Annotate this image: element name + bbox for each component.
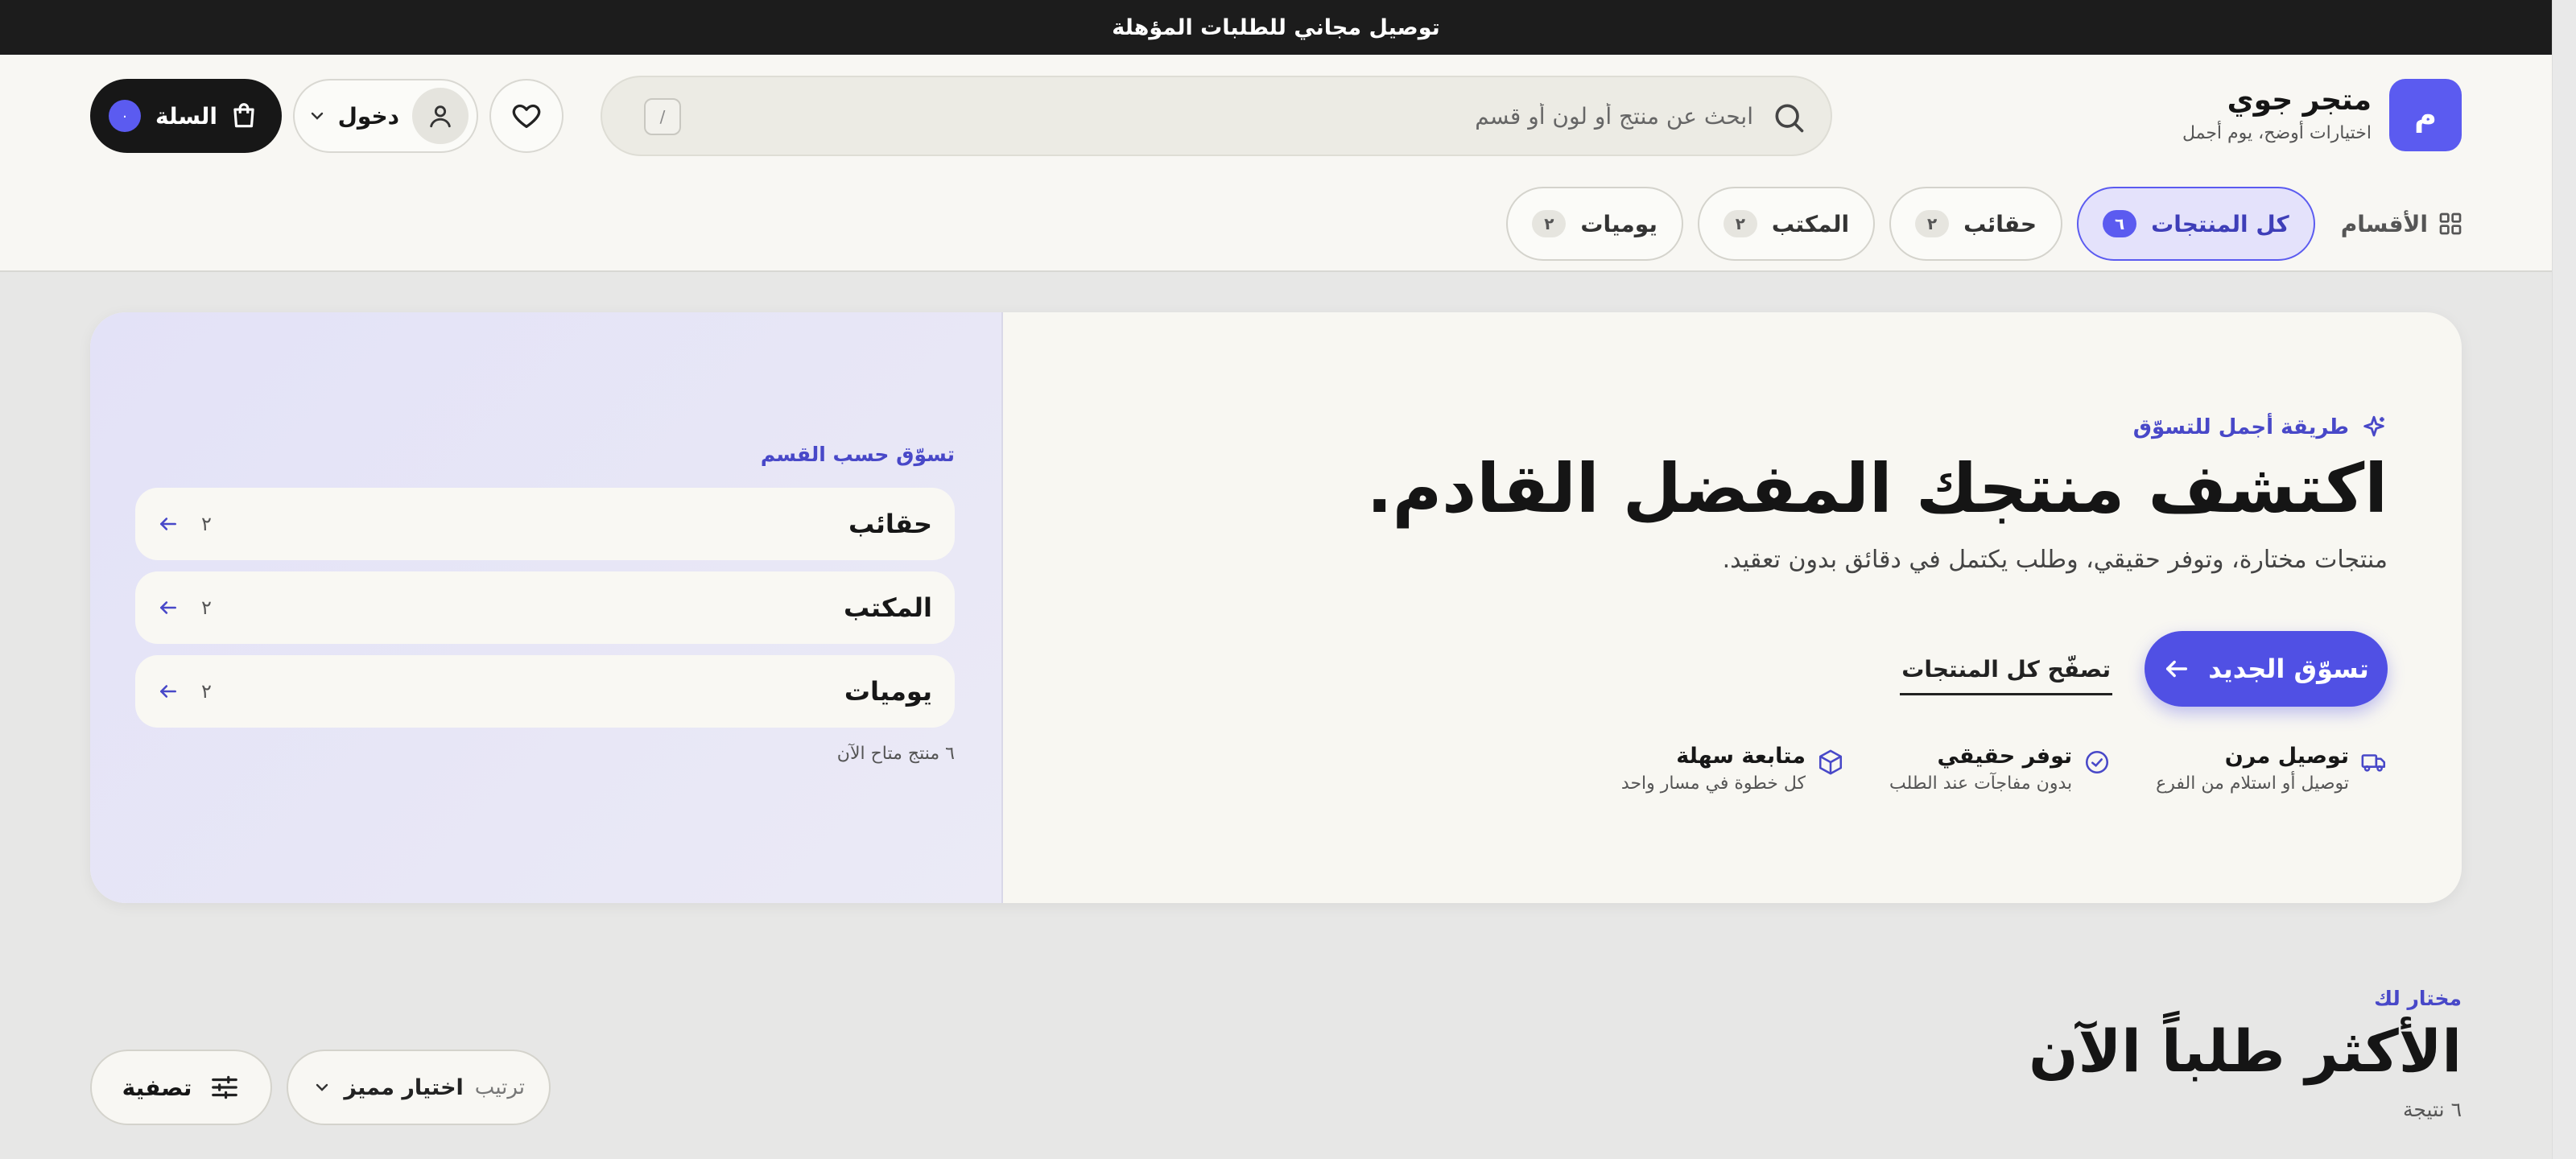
announcement-text: توصيل مجاني للطلبات المؤهلة (1112, 14, 1440, 40)
avatar (412, 88, 469, 144)
section-kicker: مختار لك (2374, 987, 2462, 1010)
chip-daily[interactable]: يوميات ٢ (1506, 187, 1683, 261)
chip-count: ٢ (1915, 210, 1950, 237)
chip-count: ٢ (1532, 210, 1567, 237)
arrow-left-icon (160, 518, 176, 530)
site-header: م متجر جوي اختيارات أوضح، يوم أجمل / دخو… (0, 55, 2552, 272)
arrow-left-icon (2166, 660, 2188, 678)
panel-title: تسوّق حسب القسم (760, 443, 955, 466)
category-name: المكتب (844, 592, 932, 623)
check-circle-icon (2086, 750, 2109, 774)
browse-all-link[interactable]: تصفّح كل المنتجات (1900, 645, 2112, 695)
arrow-left-icon (160, 685, 176, 698)
wishlist-button[interactable] (489, 79, 564, 153)
brand[interactable]: متجر جوي اختيارات أوضح، يوم أجمل (2182, 84, 2372, 143)
shop-by-category-panel: تسوّق حسب القسم حقائب ٢ المكتب ٢ يوميات … (90, 312, 1003, 903)
available-count-note: ٦ منتج متاح الآن (836, 744, 955, 764)
search-icon (1775, 104, 1804, 133)
section-title: الأكثر طلباً الآن (2029, 1017, 2462, 1085)
sort-dropdown[interactable]: ترتيب اختيار مميز (287, 1050, 551, 1125)
category-meta: ٢ (158, 680, 212, 703)
shop-new-button[interactable]: تسوّق الجديد (2145, 631, 2388, 707)
category-link-daily[interactable]: يوميات ٢ (135, 655, 955, 728)
chip-office[interactable]: المكتب ٢ (1697, 187, 1876, 261)
logo-badge[interactable]: م (2389, 79, 2462, 151)
sliders-icon (212, 1075, 238, 1099)
category-meta: ٢ (158, 596, 212, 619)
hero-subline: منتجات مختارة، وتوفر حقيقي، وطلب يكتمل ف… (1722, 546, 2388, 574)
chip-bags[interactable]: حقائب ٢ (1889, 187, 2063, 261)
shop-new-label: تسوّق الجديد (2208, 654, 2369, 684)
category-nav: الأقسام كل المنتجات ٦ حقائب ٢ المكتب ٢ ي… (1506, 187, 2463, 261)
chip-label: المكتب (1771, 210, 1850, 237)
shopping-bag-icon (233, 103, 254, 128)
hero-headline: اكتشف منتجك المفضل القادم. (1366, 449, 2388, 528)
category-name: حقائب (848, 509, 932, 539)
categories-menu[interactable]: الأقسام (2341, 211, 2463, 237)
sort-value: اختيار مميز (344, 1074, 464, 1100)
heart-icon (512, 104, 541, 128)
search-bar[interactable]: / (601, 76, 1832, 156)
category-count: ٢ (201, 596, 212, 619)
search-shortcut-key: / (644, 98, 681, 135)
hero-banner: طريقة أجمل للتسوّق اكتشف منتجك المفضل ال… (90, 312, 2462, 903)
brand-tagline: اختيارات أوضح، يوم أجمل (2182, 123, 2372, 143)
feature-title: توفر حقيقي (1937, 744, 2073, 769)
category-link-office[interactable]: المكتب ٢ (135, 571, 955, 644)
chip-label: يوميات (1580, 210, 1657, 237)
feature-availability: توفر حقيقي بدون مفاجآت عند الطلب (1889, 744, 2111, 794)
chip-all-products[interactable]: كل المنتجات ٦ (2077, 187, 2315, 261)
category-count: ٢ (201, 680, 212, 703)
categories-label: الأقسام (2340, 210, 2428, 237)
filter-label: تصفية (122, 1074, 192, 1101)
chip-count: ٢ (1723, 210, 1757, 237)
cart-button[interactable]: السلة ٠ (90, 79, 282, 153)
login-button[interactable]: دخول (293, 79, 478, 153)
hero-kicker: طريقة أجمل للتسوّق (2133, 414, 2388, 441)
chevron-down-icon (311, 112, 323, 120)
feature-subtitle: كل خطوة في مسار واحد (1620, 773, 1806, 794)
login-label: دخول (337, 102, 399, 130)
feature-subtitle: بدون مفاجآت عند الطلب (1889, 773, 2073, 794)
category-name: يوميات (844, 676, 932, 707)
feature-title: متابعة سهلة (1676, 744, 1806, 769)
feature-subtitle: توصيل أو استلام من الفرع (2156, 773, 2349, 794)
scrollbar[interactable] (2552, 0, 2576, 1159)
truck-icon (2361, 754, 2386, 772)
package-icon (1818, 749, 1843, 775)
chip-label: حقائب (1963, 210, 2037, 237)
brand-name: متجر جوي (2227, 84, 2372, 117)
feature-tracking: متابعة سهلة كل خطوة في مسار واحد (1621, 744, 1844, 794)
chip-label: كل المنتجات (2151, 210, 2289, 237)
arrow-left-icon (160, 601, 176, 614)
chevron-down-icon (316, 1083, 328, 1091)
cart-count-badge: ٠ (108, 100, 141, 132)
logo-letter: م (2414, 97, 2437, 133)
user-icon (430, 105, 451, 128)
filter-button[interactable]: تصفية (90, 1050, 272, 1125)
feature-title: توصيل مرن (2224, 744, 2349, 769)
search-input[interactable] (787, 77, 1753, 155)
hero-kicker-text: طريقة أجمل للتسوّق (2132, 415, 2349, 439)
results-count: ٦ نتيجة (2403, 1098, 2462, 1121)
category-count: ٢ (201, 513, 212, 535)
hero-features: توصيل مرن توصيل أو استلام من الفرع توفر … (1621, 744, 2388, 794)
chip-count: ٦ (2103, 210, 2137, 237)
cart-label: السلة (155, 102, 217, 130)
sort-label: ترتيب (474, 1075, 525, 1099)
grid-icon (2439, 212, 2462, 235)
feature-delivery: توصيل مرن توصيل أو استلام من الفرع (2156, 744, 2388, 794)
category-link-bags[interactable]: حقائب ٢ (135, 488, 955, 560)
sparkle-icon (2363, 415, 2384, 437)
category-meta: ٢ (158, 513, 212, 535)
announcement-bar: توصيل مجاني للطلبات المؤهلة (0, 0, 2552, 55)
